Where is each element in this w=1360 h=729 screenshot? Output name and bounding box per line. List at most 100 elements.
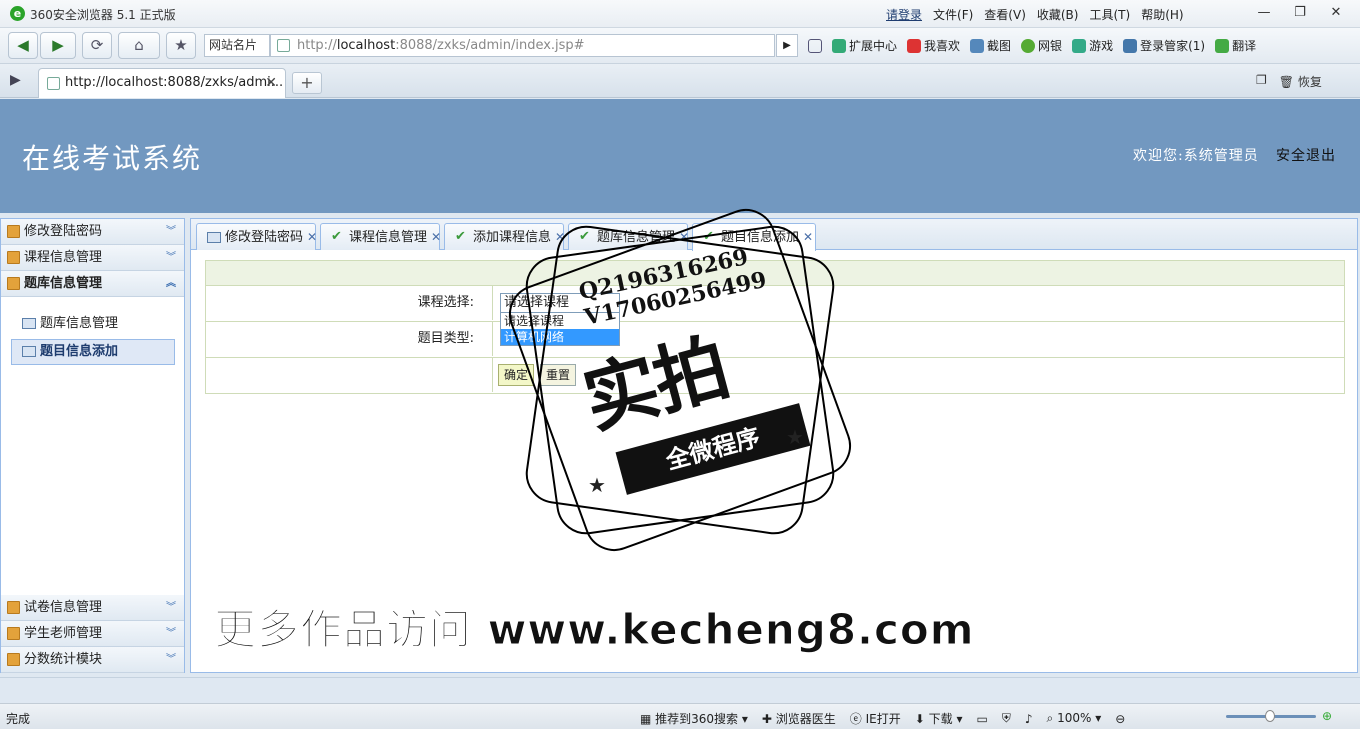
chevron-down-icon: ︾ [166,226,176,237]
my-like[interactable]: 我喜欢 [907,37,960,54]
games[interactable]: 游戏 [1072,37,1113,54]
login-manager[interactable]: 登录管家(1) [1123,37,1205,54]
browser-tab-title: http://localhost:8088/zxks/admi... [65,75,284,90]
maximize-icon[interactable]: ❐ [1282,4,1318,24]
welcome-text: 欢迎您:系统管理员 [1133,148,1259,164]
course-cell: 请选择课程 请选择课程 计算机网络 [494,286,1344,346]
app-header: 在线考试系统 欢迎您:系统管理员 安全退出 [0,99,1360,213]
back-icon[interactable]: ◀ [8,32,38,59]
window-icon[interactable]: ▭ [976,712,987,726]
tab-add-course[interactable]: ✔ 添加课程信息 ✕ [444,223,565,250]
zoom-level[interactable]: ⌕ 100% ▾ [1047,711,1102,726]
menu-file[interactable]: 文件(F) [933,6,973,23]
app-footer [0,677,1360,703]
reset-button[interactable]: 重置 [540,364,577,386]
check-icon: ✔ [455,229,466,244]
close-icon[interactable]: ✕ [1318,4,1354,24]
menu-favorites[interactable]: 收藏(B) [1037,6,1079,23]
menu-help[interactable]: 帮助(H) [1141,6,1183,23]
folder-icon [7,277,20,290]
folder-icon [7,627,20,640]
nav-group-course[interactable]: 课程信息管理 ︾ [1,245,184,271]
nav-group-exam-paper[interactable]: 试卷信息管理 ︾ [1,595,184,621]
minimize-icon[interactable]: — [1246,4,1282,24]
recommend-360-search[interactable]: ▦ 推荐到360搜索 ▾ [640,710,748,727]
course-option-selected[interactable]: 计算机网络 [501,329,619,345]
tab-change-password[interactable]: 修改登陆密码 ✕ [196,223,317,250]
system-title: 在线考试系统 [22,142,203,175]
window-list-icon[interactable]: ❐ [1256,73,1267,90]
nav-group-body: 题库信息管理 题目信息添加 [1,297,184,595]
volume-icon[interactable]: ♪ [1025,712,1033,726]
new-tab-icon[interactable]: + [292,72,322,94]
course-select[interactable]: 请选择课程 [500,293,620,313]
folder-icon [7,601,20,614]
zoom-out-icon[interactable]: ⊖ [1115,712,1125,726]
site-card-button[interactable]: 网站名片 [204,34,270,57]
check-icon: ✔ [703,229,714,244]
close-tab-icon[interactable]: ✕ [555,230,565,244]
close-tab-icon[interactable]: ✕ [307,230,317,244]
menu-tools[interactable]: 工具(T) [1089,6,1130,23]
card-icon [22,346,36,357]
extension-center[interactable]: 扩展中心 [832,37,897,54]
folder-icon [7,653,20,666]
security-icon[interactable]: ⛨ [1002,711,1011,726]
menu-view[interactable]: 查看(V) [984,6,1026,23]
watermark-url: 更多作品访问 www.kecheng8.com [214,605,975,655]
browser-status-bar: 完成 ▦ 推荐到360搜索 ▾ ✚ 浏览器医生 ⓔ IE打开 ⬇ 下载 ▾ ▭ … [0,703,1360,729]
tab-add-question[interactable]: ✔ 题目信息添加 ✕ [692,223,816,251]
browser-logo-icon: e [10,6,25,21]
forward-icon[interactable]: ▶ [40,32,76,59]
ie-open[interactable]: ⓔ IE打开 [850,710,901,727]
browser-tools: 扩展中心 我喜欢 截图 网银 游戏 登录管家(1) 翻译 [808,37,1256,54]
left-navigation: 修改登陆密码 ︾ 课程信息管理 ︾ 题库信息管理 ︽ 题库信息管理 题目信息添加… [0,218,185,673]
course-label: 课程选择: [206,286,493,320]
url-host: localhost [336,38,396,53]
favorite-star-icon[interactable]: ★ [166,32,196,59]
sidebar-item-question-bank[interactable]: 题库信息管理 [11,311,175,337]
shield-icon[interactable] [808,37,822,54]
chevron-down-icon: ︾ [166,654,176,665]
type-row: 题目类型: [205,322,1345,358]
tab-course-info[interactable]: ✔ 课程信息管理 ✕ [320,223,441,250]
nav-group-change-password[interactable]: 修改登陆密码 ︾ [1,219,184,245]
course-option[interactable]: 请选择课程 [501,313,619,329]
browser-tab[interactable]: http://localhost:8088/zxks/admi... ✕ [38,68,286,98]
chevron-down-icon: ︾ [166,628,176,639]
folder-icon [7,251,20,264]
nav-group-student-teacher[interactable]: 学生老师管理 ︾ [1,621,184,647]
logout-link[interactable]: 安全退出 [1276,145,1336,165]
refresh-icon[interactable]: ⟳ [82,32,112,59]
go-icon[interactable]: ▶ [776,34,798,57]
check-icon: ✔ [579,229,590,244]
browser-doctor[interactable]: ✚ 浏览器医生 [762,710,836,727]
folder-icon [7,225,20,238]
confirm-button[interactable]: 确定 [498,364,535,386]
online-bank[interactable]: 网银 [1021,37,1062,54]
close-tab-icon[interactable]: ✕ [265,69,277,97]
close-tab-icon[interactable]: ✕ [431,230,441,244]
tab-question-bank[interactable]: ✔ 题库信息管理 ✕ [568,223,689,250]
address-bar[interactable]: http://localhost:8088/zxks/admin/index.j… [270,34,775,57]
sidebar-toggle-icon[interactable]: ▶ [10,72,21,88]
screenshot[interactable]: 截图 [970,37,1011,54]
chevron-down-icon: ︾ [166,252,176,263]
content-tabs: 修改登陆密码 ✕ ✔ 课程信息管理 ✕ ✔ 添加课程信息 ✕ ✔ 题库信息管理 ✕ ✔ … [191,219,1357,251]
nav-group-question-bank[interactable]: 题库信息管理 ︽ [1,271,184,297]
nav-group-score-stats[interactable]: 分数统计模块 ︾ [1,647,184,673]
card-icon [207,232,221,243]
type-label: 题目类型: [206,322,493,356]
close-tab-icon[interactable]: ✕ [679,230,689,244]
restore-area: ❐ 🗑 恢复 [1256,73,1322,90]
zoom-in-icon[interactable]: ⊕ [1322,709,1332,723]
download[interactable]: ⬇ 下载 ▾ [915,710,963,727]
home-icon[interactable]: ⌂ [118,32,160,59]
zoom-slider-handle[interactable] [1265,710,1275,722]
sidebar-item-add-question[interactable]: 题目信息添加 [11,339,175,365]
close-tab-icon[interactable]: ✕ [803,230,813,244]
login-link[interactable]: 请登录 [886,6,922,23]
page-icon [47,77,60,90]
restore-button[interactable]: 🗑 恢复 [1279,73,1322,90]
translate[interactable]: 翻译 [1215,37,1256,54]
